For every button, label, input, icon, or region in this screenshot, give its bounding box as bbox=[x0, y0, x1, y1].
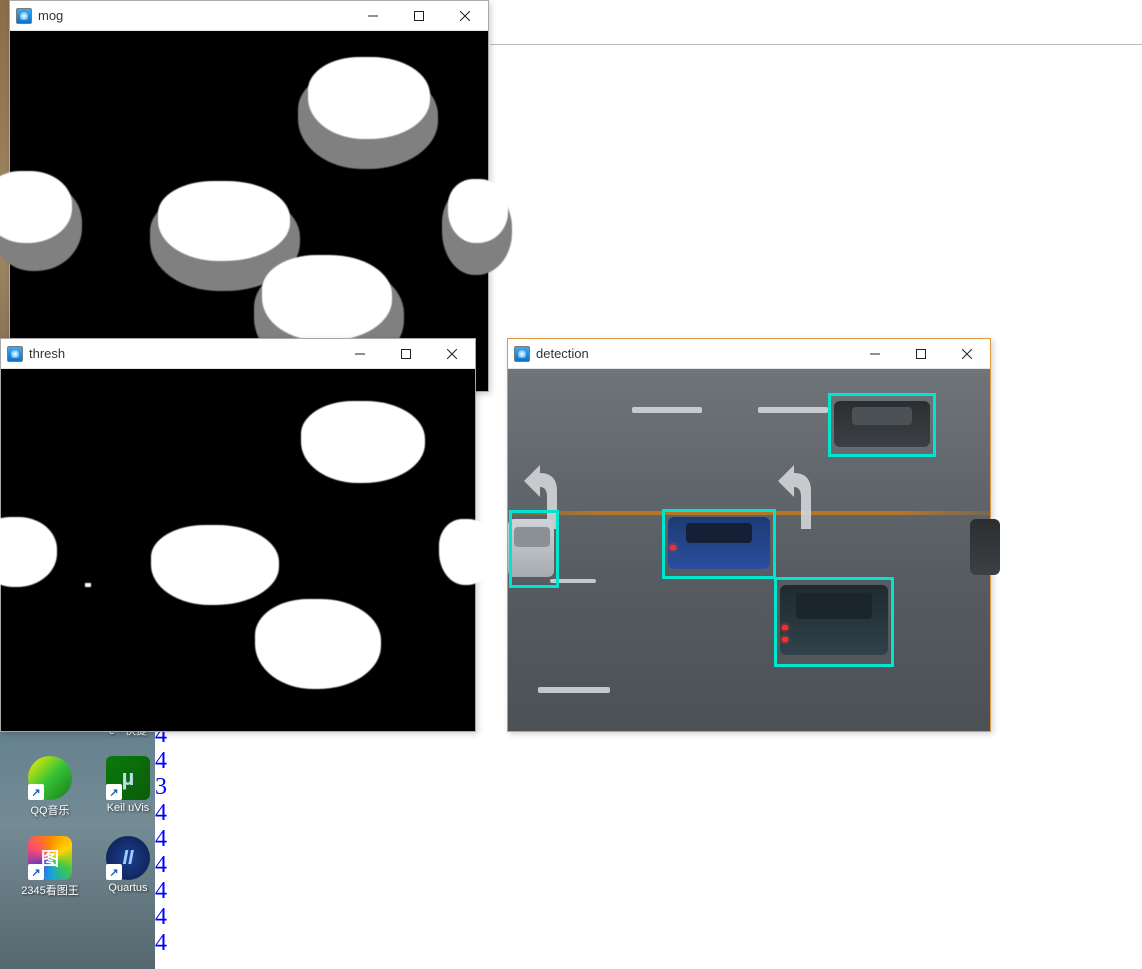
window-title: mog bbox=[38, 8, 350, 23]
window-titlebar[interactable]: mog bbox=[10, 1, 488, 31]
window-titlebar[interactable]: detection bbox=[508, 339, 990, 369]
qqmusic-icon: ↗ bbox=[28, 756, 72, 800]
desktop-icon-quartus[interactable]: II↗ Quartus bbox=[100, 836, 156, 898]
minimize-button[interactable] bbox=[350, 1, 396, 30]
desktop-icon-qqmusic[interactable]: ↗ QQ音乐 bbox=[22, 756, 78, 818]
window-controls bbox=[350, 1, 488, 30]
console-line: 4 bbox=[155, 930, 167, 956]
keil-icon: µ↗ bbox=[106, 756, 150, 800]
detection-bbox bbox=[509, 510, 559, 588]
app-icon bbox=[7, 346, 23, 362]
mog-canvas bbox=[10, 31, 488, 391]
thresh-canvas bbox=[1, 369, 475, 731]
desktop-icon-label: QQ音乐 bbox=[30, 802, 69, 818]
detection-bbox bbox=[828, 393, 936, 457]
window-titlebar[interactable]: thresh bbox=[1, 339, 475, 369]
console-line: 4 bbox=[155, 904, 167, 930]
window-thresh[interactable]: thresh bbox=[0, 338, 476, 732]
console-line: 4 bbox=[155, 800, 167, 826]
console-line: 3 bbox=[155, 774, 167, 800]
maximize-button[interactable] bbox=[898, 339, 944, 368]
minimize-button[interactable] bbox=[337, 339, 383, 368]
maximize-button[interactable] bbox=[383, 339, 429, 368]
console-line: 4 bbox=[155, 826, 167, 852]
window-controls bbox=[852, 339, 990, 368]
detection-bbox bbox=[774, 577, 894, 667]
window-controls bbox=[337, 339, 475, 368]
desktop-icon-2345[interactable]: 图↗ 2345看图王 bbox=[22, 836, 78, 898]
app-icon bbox=[16, 8, 32, 24]
detection-canvas bbox=[508, 369, 990, 731]
desktop-icon-label: Keil uVis bbox=[107, 802, 150, 814]
road-arrow-icon bbox=[776, 461, 826, 531]
console-line: 4 bbox=[155, 852, 167, 878]
lane-marking bbox=[632, 407, 702, 413]
lane-marking bbox=[758, 407, 828, 413]
separator-line bbox=[490, 44, 1142, 45]
window-title: thresh bbox=[29, 346, 337, 361]
console-line: 4 bbox=[155, 748, 167, 774]
desktop-icon-keil[interactable]: µ↗ Keil uVis bbox=[100, 756, 156, 818]
desktop-icon-area: 360软件管家 YodaoDi e - 快捷 ↗ QQ音乐 µ↗ Keil uV… bbox=[0, 730, 156, 898]
detection-bbox bbox=[662, 509, 776, 579]
minimize-button[interactable] bbox=[852, 339, 898, 368]
kantu-icon: 图↗ bbox=[28, 836, 72, 880]
window-title: detection bbox=[536, 346, 852, 361]
close-button[interactable] bbox=[944, 339, 990, 368]
window-detection[interactable]: detection bbox=[507, 338, 991, 732]
close-button[interactable] bbox=[429, 339, 475, 368]
lane-marking bbox=[538, 687, 610, 693]
console-output: 4 4 3 4 4 4 4 4 4 bbox=[155, 722, 167, 956]
maximize-button[interactable] bbox=[396, 1, 442, 30]
console-line: 4 bbox=[155, 878, 167, 904]
window-mog[interactable]: mog bbox=[9, 0, 489, 392]
desktop-icon-label: Quartus bbox=[108, 882, 147, 894]
close-button[interactable] bbox=[442, 1, 488, 30]
desktop-icon-label: 2345看图王 bbox=[21, 882, 78, 898]
vehicle bbox=[970, 519, 1000, 575]
quartus-icon: II↗ bbox=[106, 836, 150, 880]
app-icon bbox=[514, 346, 530, 362]
